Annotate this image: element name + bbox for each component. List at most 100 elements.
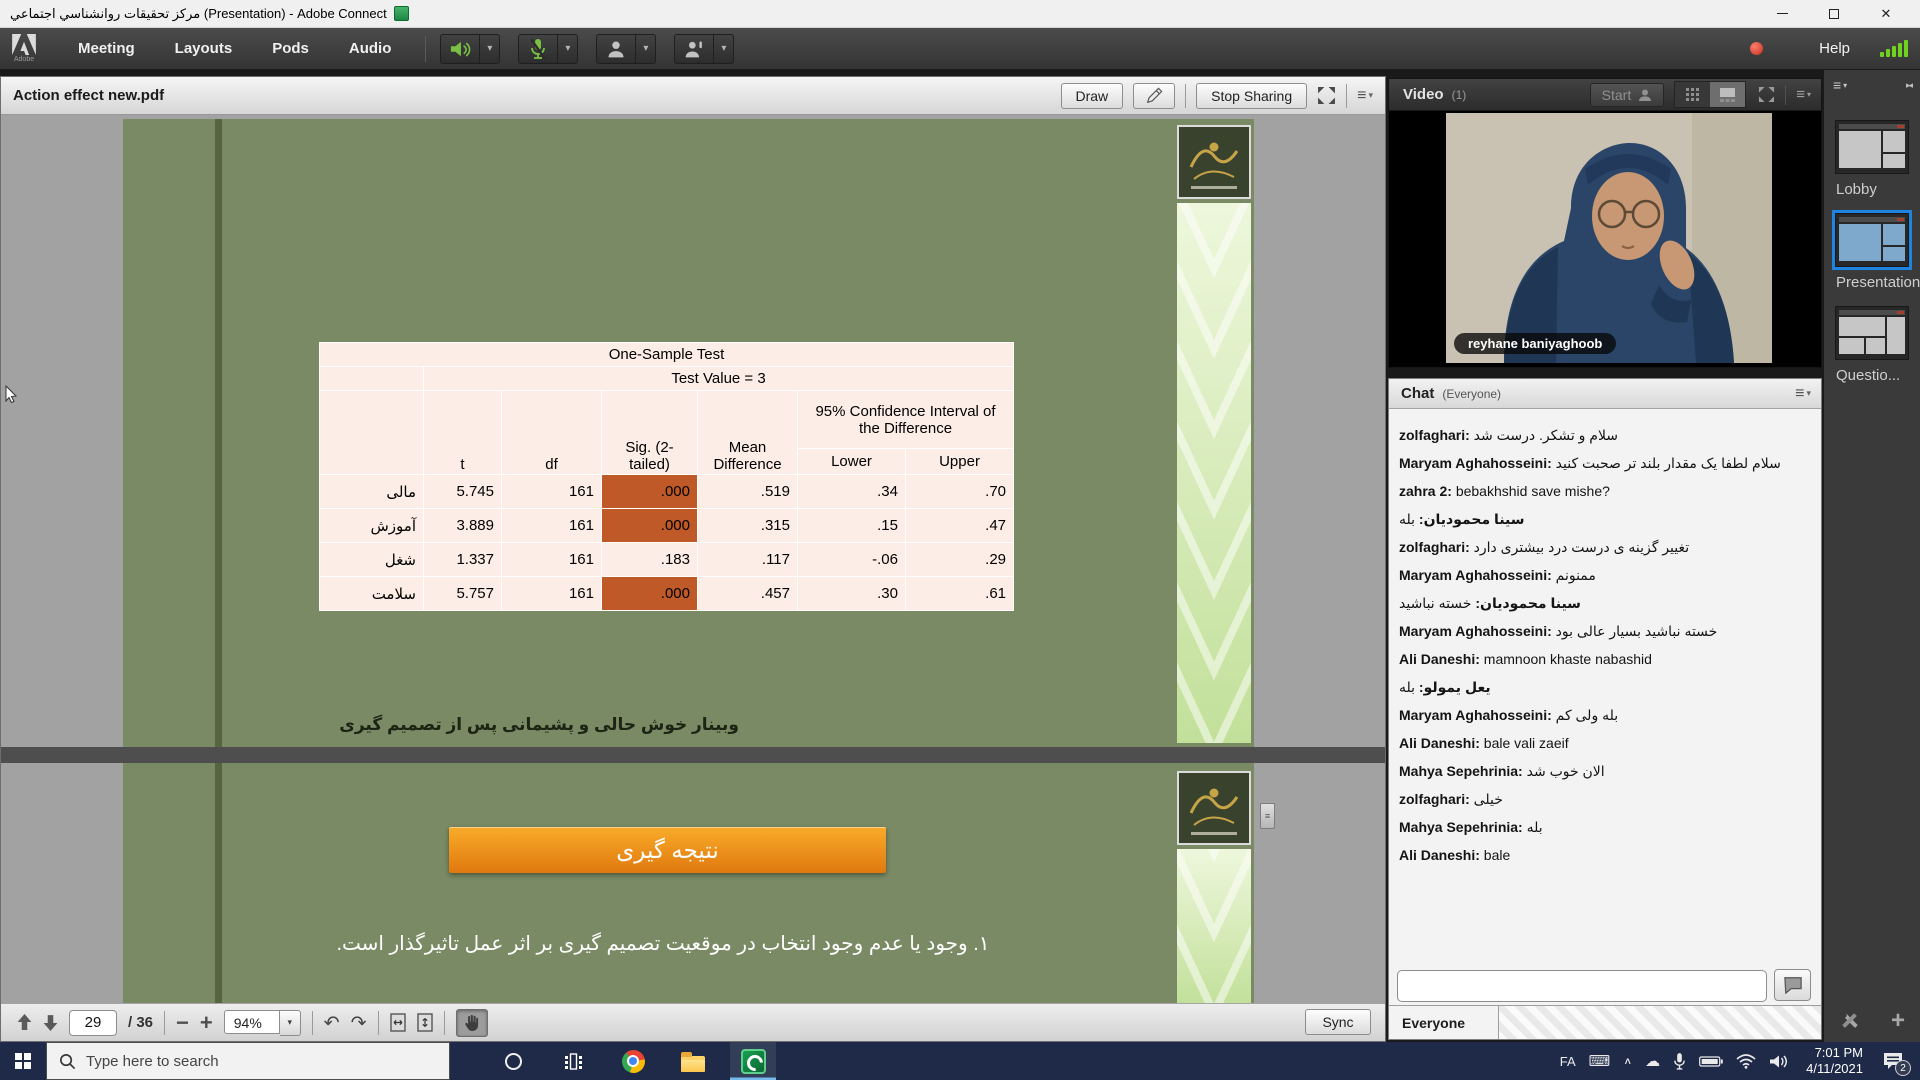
task-view-button[interactable] xyxy=(550,1042,596,1080)
zoom-dropdown-button[interactable]: ▾ xyxy=(280,1010,301,1036)
battery-icon[interactable] xyxy=(1699,1055,1723,1068)
table-cell-sig: .000 xyxy=(602,475,698,509)
system-tray: FA ⌨ ∧ ☁ xyxy=(1560,1045,1920,1077)
draw-button[interactable]: Draw xyxy=(1061,83,1124,109)
menu-item-layouts[interactable]: Layouts xyxy=(155,40,253,57)
zoom-in-button[interactable]: + xyxy=(200,1013,213,1033)
speaker-dropdown-button[interactable]: ▾ xyxy=(480,34,500,64)
menu-item-pods[interactable]: Pods xyxy=(252,40,329,57)
redo-button[interactable]: ↷ xyxy=(351,1012,367,1034)
layout-thumbnail[interactable] xyxy=(1835,213,1909,267)
webcam-button[interactable] xyxy=(596,34,636,64)
chat-pod-menu-button[interactable]: ≡▾ xyxy=(1795,385,1811,403)
adobe-connect-app-icon xyxy=(394,6,409,21)
taskbar-search[interactable]: Type here to search xyxy=(46,1042,450,1080)
action-center-button[interactable]: 2 xyxy=(1882,1051,1904,1071)
undo-button[interactable]: ↶ xyxy=(324,1012,340,1034)
webcam-feed[interactable]: reyhane baniyaghoob xyxy=(1446,113,1772,363)
chat-message-input[interactable] xyxy=(1397,970,1767,1002)
menu-item-audio[interactable]: Audio xyxy=(329,40,412,57)
fit-width-button[interactable] xyxy=(390,1013,406,1032)
slide-accent-stripe xyxy=(215,763,222,1003)
close-button[interactable]: ✕ xyxy=(1860,0,1912,27)
av-controls: ▾ ▾ xyxy=(440,34,734,64)
file-explorer-button[interactable] xyxy=(670,1042,716,1080)
cortana-button[interactable] xyxy=(490,1042,536,1080)
maximize-button[interactable] xyxy=(1808,0,1860,27)
grip-icon: ≡ xyxy=(1265,811,1270,821)
sidebar-layout-presentation[interactable]: Presentation xyxy=(1824,213,1920,306)
scrollbar-handle[interactable]: ≡ xyxy=(1260,803,1275,829)
chat-message: Mahya Sepehrinia: الان خوب شد xyxy=(1399,757,1811,785)
divider xyxy=(444,1011,445,1035)
share-pod-menu-button[interactable]: ≡▾ xyxy=(1357,87,1373,105)
start-button[interactable] xyxy=(0,1042,46,1080)
filmstrip-view-button[interactable] xyxy=(1710,82,1745,107)
layout-thumbnail[interactable] xyxy=(1835,120,1909,174)
webcam-control: ▾ xyxy=(596,34,656,64)
volume-tray-icon[interactable] xyxy=(1769,1053,1789,1070)
webcam-dropdown-button[interactable]: ▾ xyxy=(636,34,656,64)
raise-hand-button[interactable] xyxy=(674,34,714,64)
stop-sharing-button[interactable]: Stop Sharing xyxy=(1196,83,1307,109)
next-page-button[interactable] xyxy=(43,1014,58,1031)
onedrive-cloud-icon[interactable]: ☁ xyxy=(1645,1052,1660,1070)
adobe-logo: Adobe xyxy=(12,34,36,63)
minimize-button[interactable] xyxy=(1756,0,1808,27)
fit-page-button[interactable] xyxy=(417,1013,433,1032)
fullscreen-icon[interactable] xyxy=(1758,86,1775,103)
language-indicator[interactable]: FA xyxy=(1560,1054,1576,1069)
zoom-level-value[interactable]: 94% xyxy=(224,1010,280,1034)
connection-strength-icon[interactable] xyxy=(1880,40,1908,57)
windows-logo-icon xyxy=(15,1053,31,1069)
microphone-dropdown-button[interactable]: ▾ xyxy=(558,34,578,64)
speaker-button[interactable] xyxy=(440,34,480,64)
chat-scope-label: (Everyone) xyxy=(1442,387,1501,401)
pointer-tool-button[interactable] xyxy=(1133,83,1175,109)
sidebar-menu-button[interactable]: ≡▾ xyxy=(1833,77,1847,93)
window-controls: ✕ xyxy=(1756,0,1912,27)
fullscreen-icon[interactable] xyxy=(1317,86,1336,105)
layout-tools-icon[interactable] xyxy=(1839,1010,1861,1032)
collapse-sidebar-icon[interactable]: ▸◂ xyxy=(1906,80,1911,91)
adobe-connect-taskbar-button[interactable] xyxy=(730,1042,776,1080)
wifi-icon[interactable] xyxy=(1736,1054,1756,1069)
chat-message: Maryam Aghahosseini: ممنونم xyxy=(1399,561,1811,589)
tab-everyone[interactable]: Everyone xyxy=(1389,1006,1499,1039)
page-number-input[interactable] xyxy=(69,1010,117,1036)
chrome-button[interactable] xyxy=(610,1042,656,1080)
grid-view-button[interactable] xyxy=(1675,82,1710,107)
table-cell-label: سلامت xyxy=(320,577,424,611)
sidebar-layout-questions[interactable]: Questio... xyxy=(1824,306,1920,399)
university-logo xyxy=(1177,771,1251,845)
previous-page-button[interactable] xyxy=(17,1014,32,1031)
microphone-tray-icon[interactable] xyxy=(1673,1052,1686,1071)
start-webcam-button[interactable]: Start xyxy=(1590,83,1665,107)
add-layout-button[interactable]: + xyxy=(1891,1011,1905,1031)
table-cell-mean: .519 xyxy=(698,475,798,509)
window-titlebar: مركز تحقيقات روانشناسي اجتماعي (Presenta… xyxy=(0,0,1920,28)
touch-keyboard-icon[interactable]: ⌨ xyxy=(1589,1052,1611,1070)
show-hidden-icons-chevron[interactable]: ∧ xyxy=(1623,1055,1632,1066)
video-pod-menu-button[interactable]: ≡▾ xyxy=(1796,86,1811,103)
layout-thumbnail[interactable] xyxy=(1835,306,1909,360)
sync-button[interactable]: Sync xyxy=(1305,1009,1371,1035)
layouts-sidebar: ≡▾ ▸◂ LobbyPresentationQuestio... + xyxy=(1824,70,1920,1042)
hand-tool-button[interactable] xyxy=(456,1009,488,1037)
status-dropdown-button[interactable]: ▾ xyxy=(714,34,734,64)
document-view[interactable]: One-Sample Test Test Value = 3 t df Sig.… xyxy=(1,115,1385,1003)
menu-item-meeting[interactable]: Meeting xyxy=(58,40,155,57)
mouse-cursor xyxy=(5,385,18,404)
send-message-button[interactable] xyxy=(1774,969,1811,1001)
chat-message: zahra 2: bebakhshid save mishe? xyxy=(1399,477,1811,505)
participant-name-label: reyhane baniyaghoob xyxy=(1454,333,1616,354)
taskbar-clock[interactable]: 7:01 PM 4/11/2021 xyxy=(1806,1045,1863,1077)
webcam-person-icon xyxy=(606,39,626,59)
sidebar-layout-lobby[interactable]: Lobby xyxy=(1824,120,1920,213)
hand-tool-icon xyxy=(463,1013,480,1032)
zoom-out-button[interactable]: − xyxy=(176,1013,189,1033)
university-logo xyxy=(1177,125,1251,199)
chrome-icon xyxy=(622,1050,645,1073)
menu-item-help[interactable]: Help xyxy=(1819,40,1850,57)
microphone-button[interactable] xyxy=(518,34,558,64)
